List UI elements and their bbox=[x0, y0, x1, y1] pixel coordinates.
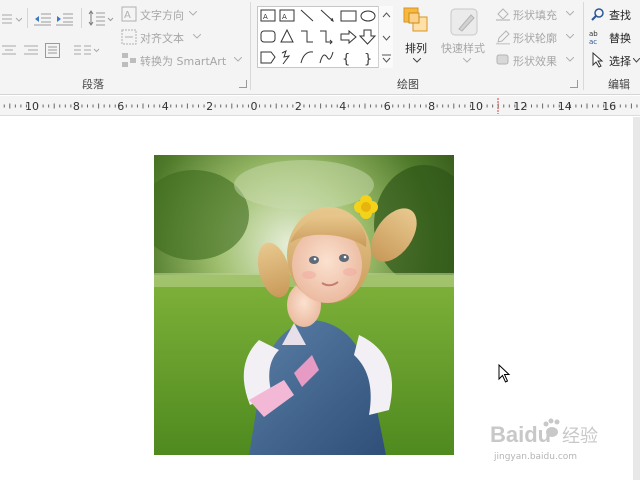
ruler-label: 8 bbox=[428, 100, 435, 113]
paint-bucket-icon bbox=[496, 8, 510, 21]
shape-outline-label[interactable]: 形状轮廓 bbox=[513, 30, 557, 46]
editing-group-label: 编辑 bbox=[608, 78, 630, 91]
chevron-down-icon bbox=[234, 57, 242, 62]
shapes-gallery-icons: A A {} bbox=[260, 9, 377, 67]
text-direction-icon: A bbox=[121, 6, 137, 22]
ruler-label: 4 bbox=[162, 100, 169, 113]
chevron-down-icon bbox=[566, 57, 574, 62]
group-separator bbox=[583, 2, 584, 90]
find-icon bbox=[591, 8, 604, 21]
watermark-brand: Baidu bbox=[490, 422, 551, 447]
ruler-label: 8 bbox=[73, 100, 80, 113]
chevron-down-icon bbox=[189, 11, 197, 16]
divider bbox=[81, 8, 82, 28]
ribbon: A 文字方向 对齐文本 转换为 SmartArt 段落 A A {} 排列 快… bbox=[0, 0, 640, 95]
paragraph-group-label: 段落 bbox=[82, 78, 104, 91]
list-dropdown-icon[interactable] bbox=[2, 12, 22, 26]
svg-text:A: A bbox=[263, 13, 268, 21]
baidu-watermark: Baidu 经验 bbox=[490, 412, 630, 456]
replace-label[interactable]: 替换 bbox=[609, 30, 631, 46]
ruler-label: 2 bbox=[206, 100, 213, 113]
align-text-label[interactable]: 对齐文本 bbox=[140, 30, 184, 46]
select-label[interactable]: 选择 bbox=[609, 53, 631, 69]
svg-text:A: A bbox=[124, 10, 131, 21]
align-right-icon[interactable] bbox=[24, 44, 40, 58]
watermark-url: jingyan.baidu.com bbox=[494, 452, 578, 462]
pen-icon bbox=[496, 30, 510, 45]
text-direction-label[interactable]: 文字方向 bbox=[140, 7, 184, 23]
select-cursor-icon bbox=[592, 52, 604, 68]
find-label[interactable]: 查找 bbox=[609, 7, 631, 23]
ruler-label: 10 bbox=[469, 100, 483, 113]
increase-indent-icon[interactable] bbox=[56, 12, 74, 26]
smartart-icon bbox=[122, 53, 136, 67]
ruler-label: 2 bbox=[295, 100, 302, 113]
group-separator bbox=[250, 2, 251, 90]
ruler-label: 16 bbox=[602, 100, 616, 113]
ruler-label: 6 bbox=[384, 100, 391, 113]
columns-icon[interactable] bbox=[74, 44, 102, 58]
decrease-indent-icon[interactable] bbox=[34, 12, 52, 26]
drawing-dialog-launcher[interactable] bbox=[570, 80, 578, 88]
chevron-down-icon bbox=[566, 11, 574, 16]
drawing-group-label: 绘图 bbox=[397, 78, 419, 91]
chevron-down-icon bbox=[463, 58, 471, 63]
svg-text:ac: ac bbox=[589, 38, 597, 45]
ruler-label: 4 bbox=[339, 100, 346, 113]
ruler-label: 6 bbox=[117, 100, 124, 113]
justify-icon[interactable] bbox=[45, 43, 61, 59]
align-text-icon bbox=[121, 29, 137, 45]
gallery-scroll-arrows bbox=[382, 12, 391, 63]
ruler-label: 10 bbox=[25, 100, 39, 113]
replace-icon: ab ac bbox=[589, 30, 598, 45]
photo-girl-image bbox=[154, 155, 454, 455]
shape-effects-icon bbox=[496, 54, 509, 65]
chevron-down-icon bbox=[566, 34, 574, 39]
divider bbox=[27, 8, 28, 28]
arrange-icon bbox=[403, 7, 428, 32]
slide-photo[interactable] bbox=[154, 155, 454, 455]
shape-effects-label[interactable]: 形状效果 bbox=[513, 53, 557, 69]
ruler-label: 14 bbox=[558, 100, 572, 113]
chevron-down-icon bbox=[193, 34, 201, 39]
ruler-scale: 10 8 6 4 2 0 2 4 6 8 10 12 14 16 bbox=[3, 98, 638, 114]
quick-styles-icon bbox=[450, 8, 478, 36]
ruler-label: 0 bbox=[251, 100, 258, 113]
canvas-scroll-edge bbox=[633, 117, 640, 480]
baidu-paw-logo: Baidu 经验 bbox=[490, 418, 598, 447]
shape-fill-label[interactable]: 形状填充 bbox=[513, 7, 557, 23]
quick-styles-label[interactable]: 快速样式 bbox=[441, 40, 485, 56]
svg-text:}: } bbox=[364, 52, 372, 67]
gallery-scroll[interactable] bbox=[378, 6, 393, 68]
svg-text:A: A bbox=[282, 13, 287, 21]
horizontal-ruler[interactable]: 10 8 6 4 2 0 2 4 6 8 10 12 14 16 bbox=[0, 96, 640, 116]
arrange-label[interactable]: 排列 bbox=[405, 40, 427, 56]
svg-text:ab: ab bbox=[589, 30, 598, 38]
watermark-brand-cn: 经验 bbox=[562, 426, 598, 447]
line-spacing-icon[interactable] bbox=[88, 10, 114, 28]
ruler-label: 12 bbox=[513, 100, 527, 113]
shapes-gallery[interactable]: A A {} bbox=[257, 6, 393, 68]
chevron-down-icon bbox=[413, 58, 421, 63]
mouse-cursor-icon bbox=[498, 364, 511, 383]
align-center-icon[interactable] bbox=[2, 44, 18, 58]
chevron-down-icon bbox=[633, 58, 640, 63]
svg-text:{: { bbox=[342, 52, 350, 67]
convert-smartart-label[interactable]: 转换为 SmartArt bbox=[140, 53, 226, 69]
paragraph-dialog-launcher[interactable] bbox=[239, 80, 247, 88]
